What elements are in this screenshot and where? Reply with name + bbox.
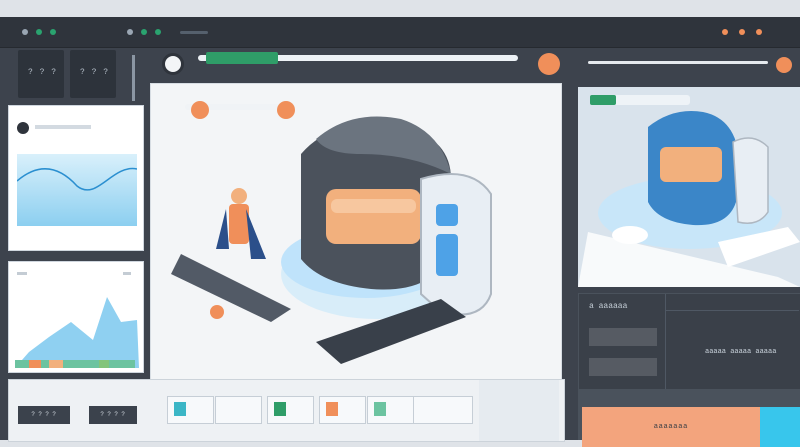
thumb-swatch <box>174 402 186 416</box>
window-dot[interactable] <box>756 29 762 35</box>
bar <box>71 360 81 368</box>
right-preview-chip <box>590 95 616 105</box>
thumb-swatch <box>374 402 386 416</box>
bench <box>171 254 291 322</box>
title-bar <box>0 17 800 48</box>
right-header-line <box>588 61 768 64</box>
canvas-icon[interactable] <box>162 53 184 75</box>
window-dot[interactable] <box>127 29 133 35</box>
thumb-swatch <box>326 402 338 416</box>
person-head <box>231 188 247 204</box>
toolbar-button[interactable]: ? ? ? ? <box>18 406 70 424</box>
module-screen <box>436 234 458 276</box>
info-tag <box>589 358 657 376</box>
person-cape <box>246 209 266 259</box>
line-series <box>16 167 138 191</box>
window-dot[interactable] <box>36 29 42 35</box>
thumbnail[interactable] <box>367 396 414 424</box>
right-info-panel: a aaaaaa aaaaa aaaaa aaaaa <box>578 293 800 391</box>
window-dot[interactable] <box>722 29 728 35</box>
thumbnail[interactable] <box>215 396 262 424</box>
tile-label: ? ? ? <box>28 68 58 77</box>
canvas[interactable] <box>150 83 562 385</box>
module-screen <box>436 204 458 226</box>
window-dot[interactable] <box>50 29 56 35</box>
tile-label: ? ? ? <box>80 68 110 77</box>
window-dot[interactable] <box>155 29 161 35</box>
thumbnail[interactable] <box>319 396 366 424</box>
isometric-illustration <box>171 116 492 364</box>
line-chart-area <box>16 154 138 226</box>
divider <box>665 294 666 390</box>
area-series <box>15 297 139 368</box>
right-preview-illustration <box>578 111 800 287</box>
left-card-area[interactable] <box>8 261 144 373</box>
bar <box>49 360 63 368</box>
line-chart <box>16 167 138 191</box>
blue-accent <box>760 407 800 447</box>
card-title-line <box>35 125 91 129</box>
avatar <box>17 122 29 134</box>
thumbnail[interactable] <box>267 396 314 424</box>
preview-screen <box>660 147 722 182</box>
person-body <box>229 204 249 244</box>
thumb-swatch <box>274 402 286 416</box>
window-dot[interactable] <box>141 29 147 35</box>
cta-button[interactable]: aaaaaaa <box>582 407 760 447</box>
info-tag <box>589 328 657 346</box>
app-window: ? ? ? ? ? ? ? ? ? ? ? ? ? ? a aaaaaa aaa… <box>0 17 800 447</box>
slider-knob[interactable] <box>191 101 209 119</box>
left-card-line[interactable] <box>8 105 144 251</box>
bar <box>99 360 109 368</box>
bottom-toolbar: ? ? ? ? ? ? ? ? <box>8 379 565 442</box>
preview-disc <box>612 226 648 244</box>
divider <box>665 310 799 311</box>
thumbnail[interactable] <box>413 396 473 424</box>
right-preview-panel[interactable] <box>578 87 800 287</box>
toolbar-line <box>180 31 208 34</box>
bar <box>119 360 131 368</box>
left-tile[interactable]: ? ? ? <box>18 50 64 98</box>
area-chart <box>15 297 139 368</box>
bar <box>29 360 41 368</box>
machine-screen <box>326 189 421 244</box>
thumbnail[interactable] <box>167 396 214 424</box>
right-header-dot[interactable] <box>776 57 792 73</box>
person-cape <box>216 209 229 249</box>
person <box>216 188 266 259</box>
machine-screen-glow <box>331 199 416 213</box>
preview-module <box>732 137 769 224</box>
window-dot[interactable] <box>22 29 28 35</box>
accent-dot <box>210 305 224 319</box>
right-info-caption: aaaaa aaaaa aaaaa <box>705 348 777 356</box>
canvas-toolbar-active[interactable] <box>206 52 278 64</box>
bottom-right-filler <box>479 380 559 441</box>
window-dot[interactable] <box>739 29 745 35</box>
splitter-handle[interactable] <box>132 55 135 101</box>
right-info-title: a aaaaaa <box>589 302 628 311</box>
toolbar-button[interactable]: ? ? ? ? <box>89 406 137 424</box>
left-tile[interactable]: ? ? ? <box>70 50 116 98</box>
slider-knob[interactable] <box>277 101 295 119</box>
orange-dot[interactable] <box>538 53 560 75</box>
